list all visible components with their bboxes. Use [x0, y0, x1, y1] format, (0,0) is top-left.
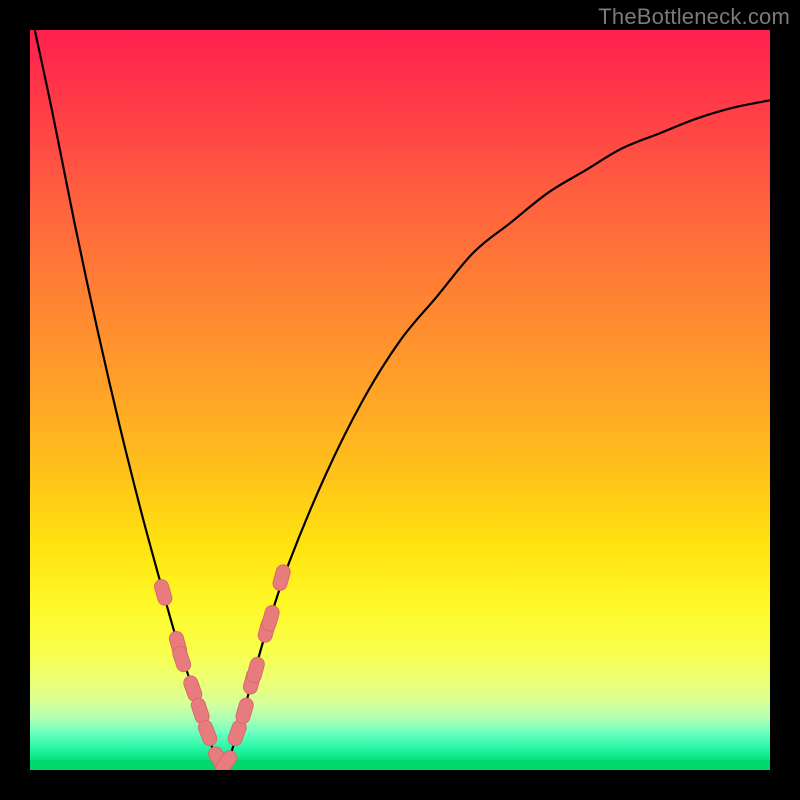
chart-frame: TheBottleneck.com	[0, 0, 800, 800]
marker-bead	[245, 656, 266, 685]
marker-bead	[234, 696, 255, 725]
marker-bead	[196, 718, 218, 747]
marker-bead	[153, 578, 174, 607]
marker-bead	[271, 563, 291, 592]
watermark-text: TheBottleneck.com	[598, 4, 790, 30]
plot-area	[30, 30, 770, 770]
marker-bead	[260, 604, 281, 633]
bottleneck-curve	[30, 30, 770, 770]
sample-markers	[153, 563, 292, 770]
marker-bead	[171, 644, 192, 673]
curve-layer	[30, 30, 770, 770]
